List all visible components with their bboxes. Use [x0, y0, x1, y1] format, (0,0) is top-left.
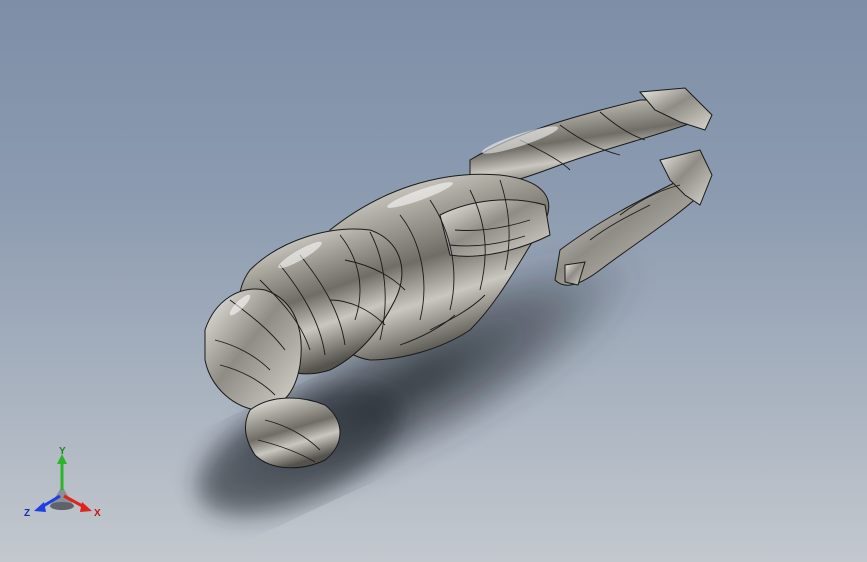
y-axis-label: Y [59, 446, 66, 457]
3d-model-view[interactable] [0, 0, 867, 562]
graphics-viewport[interactable]: Y X Z [0, 0, 867, 562]
coordinate-triad: Y X Z [24, 446, 101, 519]
z-axis-label: Z [24, 508, 30, 519]
x-axis-label: X [94, 508, 101, 519]
